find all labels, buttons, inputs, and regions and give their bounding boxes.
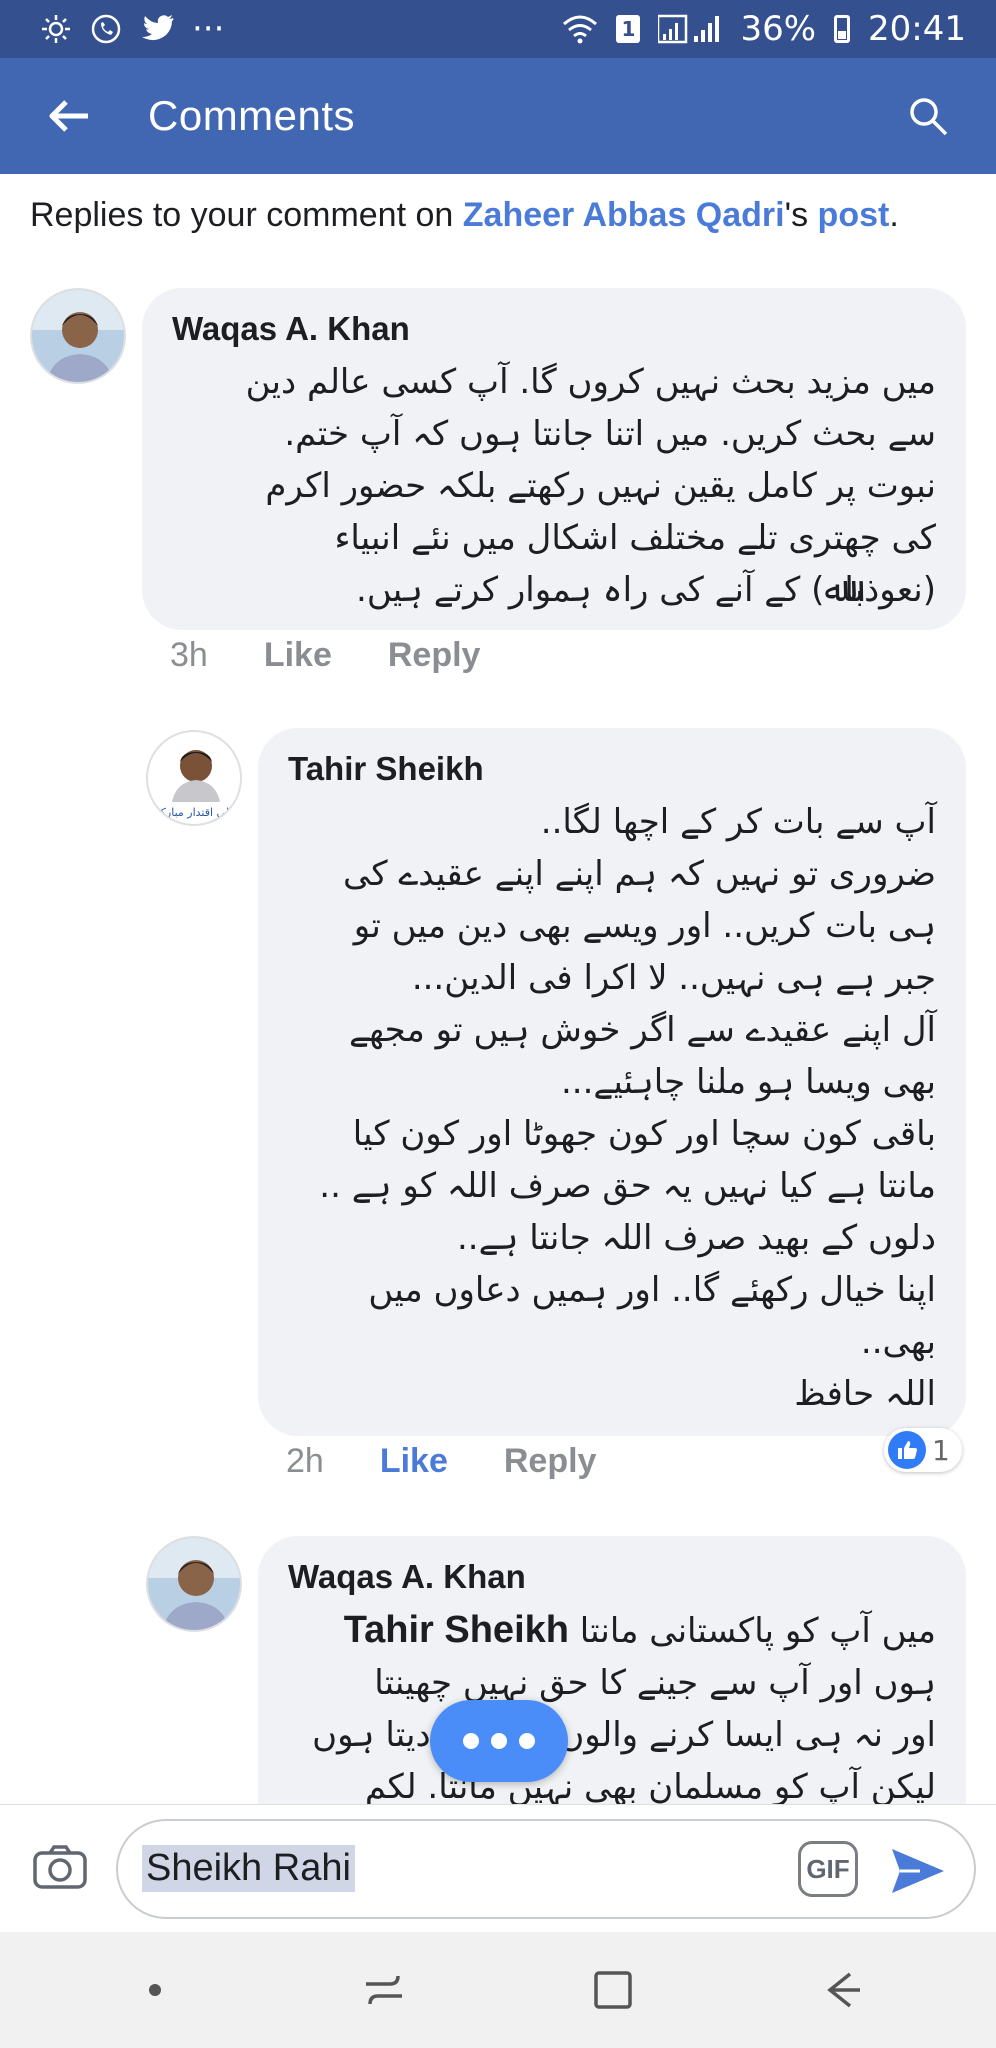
comment-text: آپ سے بات کر کے اچھا لگا.. ضروری تو نہیں…	[288, 796, 936, 1420]
thumbs-up-icon	[888, 1431, 926, 1469]
comment-actions: 2h Like Reply	[286, 1442, 596, 1481]
camera-icon[interactable]	[28, 1835, 92, 1899]
comment-line: آل اپنے عقیدے سے اگر خوش ہیں تو مجھے	[349, 1010, 936, 1050]
comment-line: اللہ حافظ	[794, 1374, 936, 1414]
context-prefix: Replies to your comment on	[30, 196, 463, 234]
comment-line: (نعوذباﷲ) کے آنے کی راہ ہموار کرتے ہیں.	[356, 570, 936, 610]
more-notifications-icon: ···	[192, 9, 225, 49]
comment-composer: Sheikh Rahi GIF	[0, 1804, 996, 1932]
comment-line: مانتا ہے کیا نہیں یہ حق صرف اللہ کو ہے .…	[319, 1166, 936, 1206]
comment-line: آپ سے بات کر کے اچھا لگا..	[540, 802, 936, 842]
comment-line: اپنا خیال رکھئے گا.. اور ہمیں دعاوں میں	[368, 1270, 936, 1310]
reply-context: Replies to your comment on Zaheer Abbas …	[30, 196, 899, 235]
search-icon[interactable]	[900, 88, 956, 144]
comment-bubble: Waqas A. Khan میں مزید بحث نہیں کروں گا.…	[142, 288, 966, 630]
weather-icon	[40, 13, 72, 45]
status-bar-left: ···	[40, 9, 224, 49]
comment-bubble: Tahir Sheikh آپ سے بات کر کے اچھا لگا.. …	[258, 728, 966, 1436]
system-nav-bar	[0, 1932, 996, 2048]
comment-line: اور نہ ہی ایسا کرنے والوں کا ساتھ دیتا ہ…	[312, 1715, 936, 1755]
comment-line: سے بحث کریں. میں اتنا جانتا ہوں کہ آپ خت…	[284, 414, 936, 454]
battery-icon	[834, 15, 851, 43]
mention-link[interactable]: Tahir Sheikh	[344, 1609, 569, 1651]
comment-line: نبوت پر کامل یقین نہیں رکھتے بلکہ حضور ا…	[265, 466, 936, 506]
clock: 20:41	[868, 9, 966, 49]
page-title: Comments	[148, 92, 356, 139]
comment-text: میں آپ کو پاکستانی مانتا Tahir Sheikh ہو…	[288, 1604, 936, 1813]
wifi-icon	[562, 14, 598, 44]
reply-button[interactable]: Reply	[388, 636, 481, 675]
battery-percent: 36%	[740, 9, 817, 49]
comment-line: میں آپ کو پاکستانی مانتا Tahir Sheikh	[288, 1604, 936, 1657]
comment-author[interactable]: Tahir Sheikh	[288, 750, 936, 788]
comment-actions: 3h Like Reply	[170, 636, 480, 675]
home-icon[interactable]	[583, 1960, 643, 2020]
signal-icon	[658, 14, 722, 44]
status-bar-right: 1 36% 20:41	[562, 9, 966, 49]
comment-timestamp: 2h	[286, 1442, 324, 1480]
nav-dot-icon[interactable]	[125, 1960, 185, 2020]
send-icon[interactable]	[886, 1839, 950, 1903]
typing-dot	[519, 1733, 535, 1749]
typing-dot	[463, 1733, 479, 1749]
app-bar: Comments	[0, 58, 996, 174]
comment-input[interactable]: Sheikh Rahi GIF	[116, 1819, 976, 1919]
context-post-link[interactable]: post	[818, 196, 890, 234]
twitter-icon	[140, 14, 174, 44]
avatar[interactable]	[30, 288, 126, 384]
typing-indicator[interactable]	[430, 1700, 568, 1782]
status-bar: ··· 1 36% 20:41	[0, 0, 996, 58]
svg-text:علی اقتدار مبارک: علی اقتدار مبارک	[156, 806, 236, 819]
sim-badge: 1	[616, 15, 641, 43]
recent-apps-icon[interactable]	[354, 1960, 414, 2020]
reply-button[interactable]: Reply	[504, 1442, 597, 1481]
avatar[interactable]	[146, 1536, 242, 1632]
comment-author[interactable]: Waqas A. Khan	[288, 1558, 936, 1596]
avatar[interactable]: علی اقتدار مبارک	[146, 730, 242, 826]
phone-call-icon	[90, 13, 122, 45]
context-user-link[interactable]: Zaheer Abbas Qadri	[463, 196, 785, 234]
comment-author[interactable]: Waqas A. Khan	[172, 310, 936, 348]
comment-line-first: میں آپ کو پاکستانی مانتا	[579, 1611, 936, 1651]
like-button[interactable]: Like	[380, 1442, 448, 1481]
comment-line: جبر ہے ہی نہیں.. لا اکرا فی الدین...	[411, 958, 936, 998]
comment-line: ہوں اور آپ سے جینے کا حق نہیں چھینتا	[374, 1663, 936, 1703]
comment-line: دلوں کے بھید صرف اللہ جانتا ہے..	[456, 1218, 936, 1258]
typing-dot	[491, 1733, 507, 1749]
context-suffix: .	[889, 196, 899, 234]
comment-line: کی چھتری تلے مختلف اشکال میں نئے انبیاء	[334, 518, 936, 558]
reaction-count: 1	[932, 1433, 950, 1467]
gif-button[interactable]: GIF	[798, 1841, 858, 1897]
back-arrow-icon[interactable]	[40, 88, 96, 144]
comment-line: ضروری تو نہیں کہ ہم اپنے اپنے عقیدے کی	[343, 854, 936, 894]
like-button[interactable]: Like	[264, 636, 332, 675]
reaction-badge[interactable]: 1	[884, 1428, 962, 1472]
comment-timestamp: 3h	[170, 636, 208, 674]
comment-line: میں مزید بحث نہیں کروں گا. آپ کسی عالم د…	[245, 362, 936, 402]
comment-line: ہی بات کریں.. اور ویسے بھی دین میں تو	[353, 906, 936, 946]
comment-line: بھی ویسا ہو ملنا چاہئیے...	[560, 1062, 936, 1102]
comment-line: باقی کون سچا اور کون جھوٹا اور کون کیا	[352, 1114, 936, 1154]
comment-input-value[interactable]: Sheikh Rahi	[142, 1845, 355, 1892]
back-nav-icon[interactable]	[812, 1960, 872, 2020]
comment-line: بھی..	[860, 1322, 936, 1362]
context-possessive: 's	[784, 196, 818, 234]
comment-text: میں مزید بحث نہیں کروں گا. آپ کسی عالم د…	[172, 356, 936, 616]
